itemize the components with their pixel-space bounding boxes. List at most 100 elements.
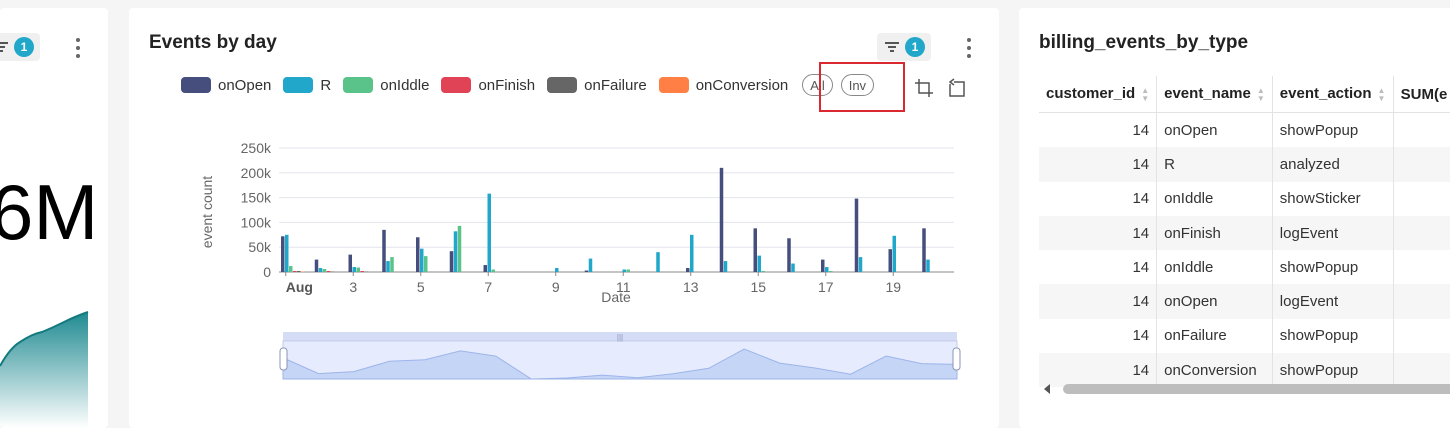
bar-onopen[interactable] bbox=[382, 229, 386, 272]
bar-onopen[interactable] bbox=[753, 228, 758, 272]
bar-onfinish[interactable] bbox=[293, 271, 297, 272]
bar-onopen[interactable] bbox=[281, 236, 285, 272]
bar-onopen[interactable] bbox=[888, 249, 893, 272]
column-header-sum[interactable]: SUM(e bbox=[1393, 76, 1450, 113]
y-tick-label: 50k bbox=[248, 239, 272, 255]
filter-indicator[interactable]: 1 bbox=[0, 33, 40, 61]
x-tick-label: 3 bbox=[349, 279, 357, 295]
bar-onopen[interactable] bbox=[686, 268, 690, 272]
filter-count-badge: 1 bbox=[905, 37, 925, 57]
bar-r[interactable] bbox=[622, 269, 627, 272]
cell-event-name: onFailure bbox=[1156, 318, 1273, 354]
bar-onfailure[interactable] bbox=[364, 271, 369, 273]
bar-oniddle[interactable] bbox=[322, 269, 327, 272]
zoom-area-icon[interactable] bbox=[914, 78, 934, 98]
data-zoom-left-handle[interactable] bbox=[279, 347, 288, 371]
column-header-event-action[interactable]: event_action ▲ ▼ bbox=[1272, 76, 1394, 113]
cell-customer-id: 14 bbox=[1039, 215, 1158, 251]
sort-icon[interactable]: ▲ ▼ bbox=[1141, 86, 1149, 103]
more-options-icon[interactable] bbox=[75, 38, 81, 58]
bar-r[interactable] bbox=[926, 259, 930, 272]
bar-onopen[interactable] bbox=[854, 198, 859, 272]
horizontal-scrollbar[interactable] bbox=[1041, 382, 1450, 396]
bar-oniddle[interactable] bbox=[626, 269, 631, 272]
table-row: 14 R analyzed bbox=[1039, 147, 1450, 182]
more-options-icon[interactable] bbox=[966, 38, 972, 58]
bar-r[interactable] bbox=[420, 248, 424, 272]
bar-r[interactable] bbox=[352, 267, 357, 272]
bar-r[interactable] bbox=[487, 193, 492, 272]
column-header-customer-id[interactable]: customer_id ▲ ▼ bbox=[1039, 76, 1158, 113]
table-card: billing_events_by_type customer_id ▲ ▼ eve… bbox=[1019, 8, 1450, 428]
bar-r[interactable] bbox=[453, 231, 458, 272]
cell-sum bbox=[1393, 250, 1450, 285]
bar-onopen[interactable] bbox=[821, 259, 825, 272]
legend-item-onconversion[interactable]: onConversion bbox=[658, 77, 788, 94]
legend-item-oniddle[interactable]: onIddle bbox=[343, 77, 429, 94]
bar-onopen[interactable] bbox=[787, 238, 791, 272]
bar-oniddle[interactable] bbox=[390, 257, 394, 272]
cell-event-name: R bbox=[1156, 147, 1273, 182]
bar-onfailure[interactable] bbox=[297, 271, 301, 272]
bar-r[interactable] bbox=[825, 267, 829, 272]
legend-swatch bbox=[283, 77, 314, 93]
bar-onopen[interactable] bbox=[449, 251, 454, 272]
bar-onopen[interactable] bbox=[922, 228, 926, 272]
bar-onopen[interactable] bbox=[584, 270, 589, 272]
bar-oniddle[interactable] bbox=[829, 271, 833, 272]
zoom-reset-icon[interactable] bbox=[946, 78, 966, 98]
bar-r[interactable] bbox=[757, 255, 762, 272]
legend-label: R bbox=[320, 76, 332, 94]
bar-oniddle[interactable] bbox=[457, 225, 462, 272]
legend-label: onIddle bbox=[380, 76, 430, 94]
bar-onopen[interactable] bbox=[314, 259, 319, 272]
filter-indicator[interactable]: 1 bbox=[877, 33, 931, 61]
bar-onfinish[interactable] bbox=[326, 271, 331, 272]
legend-item-onfailure[interactable]: onFailure bbox=[547, 77, 647, 94]
bar-onopen[interactable] bbox=[483, 265, 488, 272]
bar-r[interactable] bbox=[723, 261, 728, 272]
bar-onopen[interactable] bbox=[719, 167, 724, 272]
cell-event-action: logEvent bbox=[1272, 284, 1394, 319]
bar-r[interactable] bbox=[858, 257, 863, 272]
bar-r[interactable] bbox=[656, 252, 660, 272]
bar-onfailure[interactable] bbox=[330, 271, 335, 273]
bar-r[interactable] bbox=[555, 268, 559, 272]
y-tick-label: 200k bbox=[241, 165, 272, 181]
bar-onconversion[interactable] bbox=[301, 271, 305, 273]
bar-r[interactable] bbox=[386, 261, 390, 272]
bar-oniddle[interactable] bbox=[424, 256, 428, 272]
scrollbar-thumb[interactable] bbox=[1063, 384, 1450, 394]
scroll-left-icon[interactable] bbox=[1044, 384, 1050, 394]
legend-swatch bbox=[658, 77, 689, 93]
data-zoom-grip-icon[interactable]: ||| bbox=[617, 333, 623, 342]
table-row: 14 onFailure showPopup bbox=[1039, 318, 1450, 354]
cell-event-action: analyzed bbox=[1272, 147, 1394, 182]
chart-grid bbox=[279, 147, 954, 273]
bar-r[interactable] bbox=[690, 234, 694, 272]
filter-icon bbox=[885, 42, 899, 52]
bar-r[interactable] bbox=[285, 234, 289, 272]
bar-r[interactable] bbox=[892, 235, 897, 272]
cell-sum bbox=[1393, 215, 1450, 251]
bar-oniddle[interactable] bbox=[289, 266, 293, 272]
bar-onopen[interactable] bbox=[416, 237, 420, 272]
bar-onfinish[interactable] bbox=[360, 271, 365, 272]
sort-icon[interactable]: ▲ ▼ bbox=[1257, 86, 1265, 103]
data-zoom-slider[interactable]: ||| bbox=[279, 332, 961, 380]
bar-r[interactable] bbox=[318, 268, 323, 272]
bar-oniddle[interactable] bbox=[761, 271, 766, 272]
bar-onopen[interactable] bbox=[348, 254, 353, 272]
column-header-event-name[interactable]: event_name ▲ ▼ bbox=[1156, 76, 1273, 113]
x-tick-label: Aug bbox=[286, 279, 313, 295]
data-zoom-right-handle[interactable] bbox=[952, 347, 961, 371]
bar-r[interactable] bbox=[791, 263, 795, 272]
bar-oniddle[interactable] bbox=[491, 269, 496, 272]
legend-item-onfinish[interactable]: onFinish bbox=[441, 77, 535, 94]
bar-oniddle[interactable] bbox=[356, 267, 361, 272]
bar-r[interactable] bbox=[588, 258, 593, 272]
legend-item-onopen[interactable]: onOpen bbox=[181, 77, 271, 94]
legend-item-r[interactable]: R bbox=[283, 77, 331, 94]
sort-icon[interactable]: ▲ ▼ bbox=[1378, 86, 1386, 103]
legend-swatch bbox=[343, 77, 374, 93]
